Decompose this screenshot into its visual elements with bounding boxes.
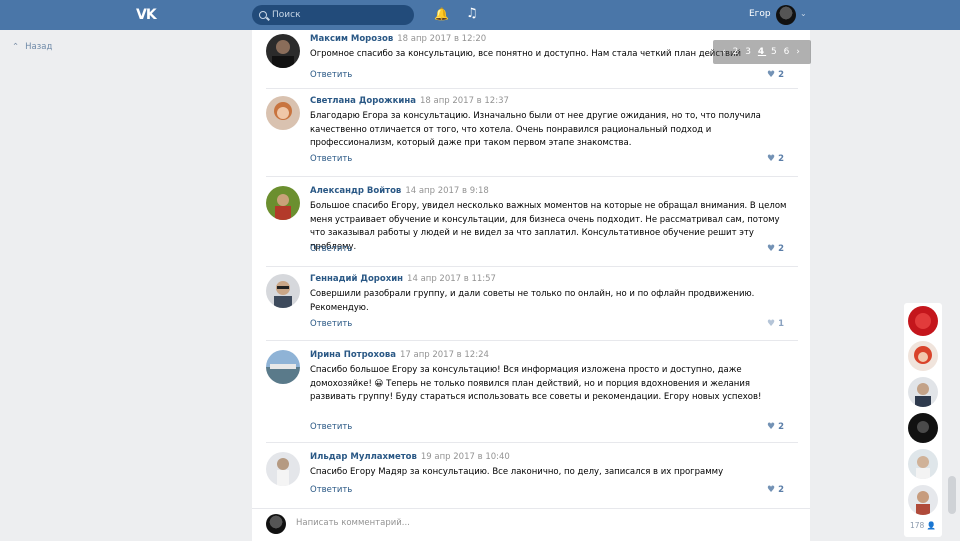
like-button[interactable]: ♥ 2 bbox=[767, 244, 784, 254]
pager-page[interactable]: 5 bbox=[771, 47, 779, 57]
reply-link[interactable]: Ответить bbox=[310, 422, 352, 432]
pager-page-current[interactable]: 4 bbox=[758, 47, 766, 57]
like-count: 2 bbox=[778, 154, 784, 164]
back-link[interactable]: ⌃ Назад bbox=[12, 42, 52, 52]
like-button[interactable]: ♥ 2 bbox=[767, 70, 784, 80]
like-button[interactable]: ♥ 2 bbox=[767, 422, 784, 432]
comment-date[interactable]: 14 апр 2017 в 9:18 bbox=[405, 186, 489, 196]
heart-icon: ♥ bbox=[767, 422, 776, 432]
comment-date[interactable]: 17 апр 2017 в 12:24 bbox=[400, 350, 489, 360]
comment-date[interactable]: 19 апр 2017 в 10:40 bbox=[421, 452, 510, 462]
like-button[interactable]: ♥ 2 bbox=[767, 154, 784, 164]
comment-item: Ирина Потрохова 17 апр 2017 в 12:24 Спаси… bbox=[266, 350, 798, 443]
friends-online-panel: 178 👤 bbox=[904, 303, 942, 537]
friend-avatar[interactable] bbox=[908, 377, 938, 407]
comment-author[interactable]: Ильдар Муллахметов bbox=[310, 452, 417, 462]
friend-avatar[interactable] bbox=[908, 341, 938, 371]
like-count: 1 bbox=[778, 319, 784, 329]
heart-icon: ♥ bbox=[767, 244, 776, 254]
avatar[interactable] bbox=[266, 274, 300, 308]
comment-author[interactable]: Александр Войтов bbox=[310, 186, 401, 196]
reply-link[interactable]: Ответить bbox=[310, 485, 352, 495]
chevron-down-icon[interactable]: ⌄ bbox=[800, 9, 807, 18]
heart-icon: ♥ bbox=[767, 70, 776, 80]
comment-text: Большое спасибо Егору, увидел несколько … bbox=[310, 201, 787, 252]
scrollbar[interactable] bbox=[948, 476, 956, 514]
avatar[interactable] bbox=[266, 452, 300, 486]
like-button[interactable]: ♥ 2 bbox=[767, 485, 784, 495]
pager-next[interactable]: › bbox=[796, 47, 802, 57]
like-count: 2 bbox=[778, 485, 784, 495]
comment-author[interactable]: Светлана Дорожкина bbox=[310, 96, 416, 106]
reply-link[interactable]: Ответить bbox=[310, 244, 352, 254]
comments-panel: Максим Морозов 18 апр 2017 в 12:20 Огромн… bbox=[252, 30, 810, 540]
comment-author[interactable]: Геннадий Дорохин bbox=[310, 274, 403, 284]
like-count: 2 bbox=[778, 244, 784, 254]
friend-avatar[interactable] bbox=[908, 413, 938, 443]
music-icon[interactable]: ♫ bbox=[466, 6, 478, 21]
heart-icon: ♥ bbox=[767, 319, 776, 329]
reply-link[interactable]: Ответить bbox=[310, 154, 352, 164]
avatar[interactable] bbox=[266, 34, 300, 68]
top-bar: VK Поиск 🔔 ♫ Егор ⌄ bbox=[0, 0, 960, 30]
avatar bbox=[266, 514, 286, 534]
comment-date[interactable]: 18 апр 2017 в 12:37 bbox=[420, 96, 509, 106]
user-name[interactable]: Егор bbox=[749, 9, 771, 19]
pager-page[interactable]: 6 bbox=[784, 47, 792, 57]
friend-avatar[interactable] bbox=[908, 306, 938, 336]
comment-author[interactable]: Максим Морозов bbox=[310, 34, 393, 44]
heart-icon: ♥ bbox=[767, 154, 776, 164]
avatar[interactable] bbox=[266, 186, 300, 220]
comment-item: Геннадий Дорохин 14 апр 2017 в 11:57 Сове… bbox=[266, 274, 798, 341]
search-icon bbox=[259, 11, 267, 19]
photo-pager: ‹ 2 3 4 5 6 › bbox=[713, 40, 811, 64]
search-placeholder: Поиск bbox=[272, 10, 301, 20]
friends-count[interactable]: 178 👤 bbox=[904, 521, 942, 530]
like-count: 2 bbox=[778, 422, 784, 432]
comment-item: Ильдар Муллахметов 19 апр 2017 в 10:40 Сп… bbox=[266, 452, 798, 504]
chevron-up-icon: ⌃ bbox=[12, 42, 20, 52]
comment-date[interactable]: 18 апр 2017 в 12:20 bbox=[397, 34, 486, 44]
search-input[interactable]: Поиск bbox=[252, 5, 414, 25]
comment-input-row: Написать комментарий... bbox=[252, 508, 810, 541]
comment-item: Светлана Дорожкина 18 апр 2017 в 12:37 Бл… bbox=[266, 96, 798, 177]
reply-link[interactable]: Ответить bbox=[310, 319, 352, 329]
like-button[interactable]: ♥ 1 bbox=[767, 319, 784, 329]
bell-icon[interactable]: 🔔 bbox=[434, 7, 449, 21]
reply-link[interactable]: Ответить bbox=[310, 70, 352, 80]
comment-date[interactable]: 14 апр 2017 в 11:57 bbox=[407, 274, 496, 284]
comment-author[interactable]: Ирина Потрохова bbox=[310, 350, 396, 360]
pager-prev[interactable]: ‹ bbox=[722, 47, 728, 57]
heart-icon: ♥ bbox=[767, 485, 776, 495]
comment-input[interactable]: Написать комментарий... bbox=[296, 518, 410, 528]
comment-text: Спасибо большое Егору за консультацию! В… bbox=[310, 365, 762, 402]
avatar[interactable] bbox=[266, 350, 300, 384]
friend-avatar[interactable] bbox=[908, 485, 938, 515]
comment-text: Благодарю Егора за консультацию. Изначал… bbox=[310, 111, 761, 148]
pager-page[interactable]: 2 bbox=[733, 47, 741, 57]
avatar[interactable] bbox=[266, 96, 300, 130]
comment-text: Совершили разобрали группу, и дали совет… bbox=[310, 289, 755, 313]
comment-text: Спасибо Егору Мадяр за консультацию. Все… bbox=[310, 467, 724, 477]
comment-item: Александр Войтов 14 апр 2017 в 9:18 Больш… bbox=[266, 186, 798, 267]
pager-page[interactable]: 3 bbox=[745, 47, 753, 57]
friend-avatar[interactable] bbox=[908, 449, 938, 479]
like-count: 2 bbox=[778, 70, 784, 80]
vk-logo[interactable]: VK bbox=[136, 7, 157, 23]
back-label: Назад bbox=[25, 42, 53, 52]
user-avatar[interactable] bbox=[776, 5, 796, 25]
